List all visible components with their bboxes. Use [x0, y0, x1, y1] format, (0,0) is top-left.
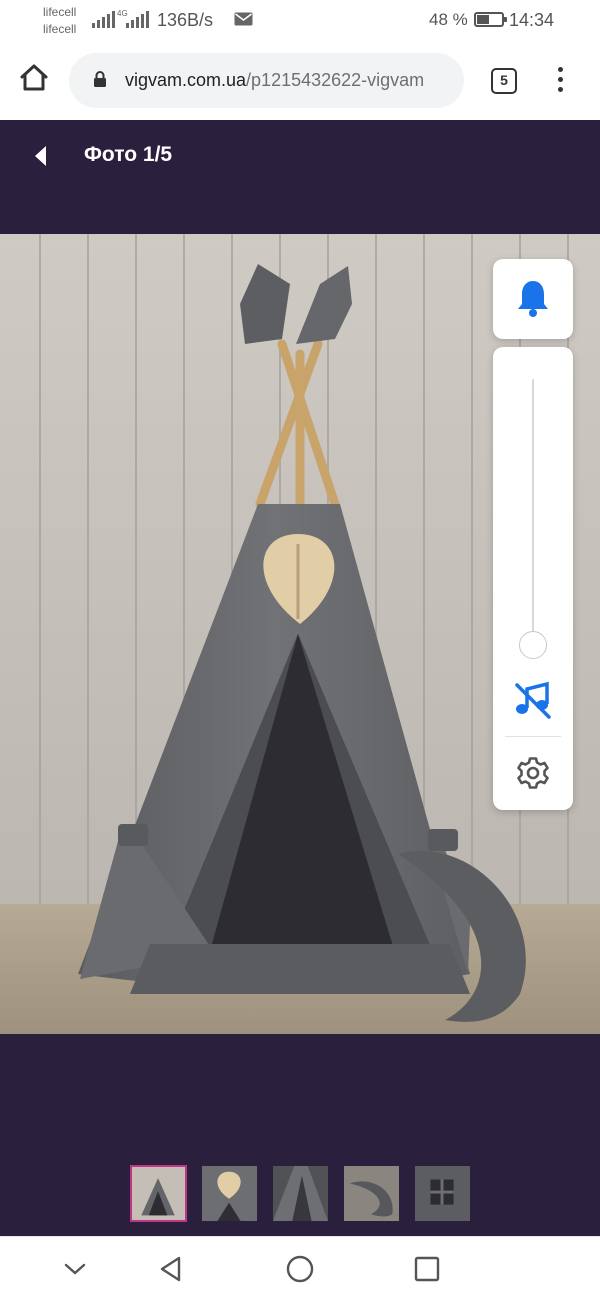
- carrier-1: lifecell: [43, 5, 77, 19]
- thumbnail-2[interactable]: [201, 1165, 258, 1222]
- volume-panel: [493, 347, 573, 810]
- system-nav-bar: [0, 1236, 600, 1299]
- thumbnail-3[interactable]: [272, 1165, 329, 1222]
- status-bar: lifecell lifecell 4G 136B/s 48 % 14:34: [0, 0, 600, 42]
- thumbnail-strip: [130, 1165, 471, 1223]
- network-speed: 136B/s: [157, 10, 214, 30]
- chevron-down-icon[interactable]: [60, 1254, 90, 1284]
- browser-toolbar: vigvam.com.ua/p1215432622-vigvam 5: [0, 42, 600, 120]
- url-path: /p1215432622-vigvam: [246, 70, 425, 90]
- carrier-labels: lifecell lifecell: [43, 4, 76, 38]
- battery-icon: [474, 12, 507, 27]
- signal-2-icon: [126, 10, 149, 28]
- thumbnail-1[interactable]: [130, 1165, 187, 1222]
- clock: 14:34: [509, 10, 555, 30]
- gear-icon[interactable]: [516, 756, 550, 790]
- home-icon[interactable]: [14, 58, 54, 98]
- url-host: vigvam.com.ua: [125, 70, 247, 90]
- signal-1-icon: [92, 10, 115, 28]
- back-triangle-icon[interactable]: [156, 1254, 186, 1284]
- tabs-switcher-button[interactable]: 5: [491, 68, 517, 94]
- mail-icon: [234, 12, 253, 26]
- url-text[interactable]: vigvam.com.ua/p1215432622-vigvam: [125, 70, 424, 91]
- thumbnail-5[interactable]: [414, 1165, 471, 1222]
- music-off-icon[interactable]: [513, 681, 553, 719]
- ringer-mode-button[interactable]: [493, 259, 573, 339]
- volume-slider-thumb[interactable]: [519, 631, 547, 659]
- bell-icon: [518, 281, 548, 317]
- photo-counter-title: Фото 1/5: [84, 143, 173, 166]
- thumbnail-4[interactable]: [343, 1165, 400, 1222]
- lock-icon: [94, 71, 106, 87]
- battery-percent: 48 %: [429, 10, 468, 29]
- home-circle-icon[interactable]: [285, 1254, 315, 1284]
- carrier-2: lifecell: [43, 22, 77, 36]
- gallery-header: Фото 1/5: [0, 120, 600, 234]
- volume-slider-track[interactable]: [532, 379, 534, 645]
- menu-dots-icon[interactable]: [548, 64, 572, 96]
- volume-divider: [505, 736, 561, 737]
- address-bar[interactable]: vigvam.com.ua/p1215432622-vigvam: [69, 53, 464, 108]
- recents-square-icon[interactable]: [412, 1254, 442, 1284]
- chevron-left-icon[interactable]: [30, 144, 54, 168]
